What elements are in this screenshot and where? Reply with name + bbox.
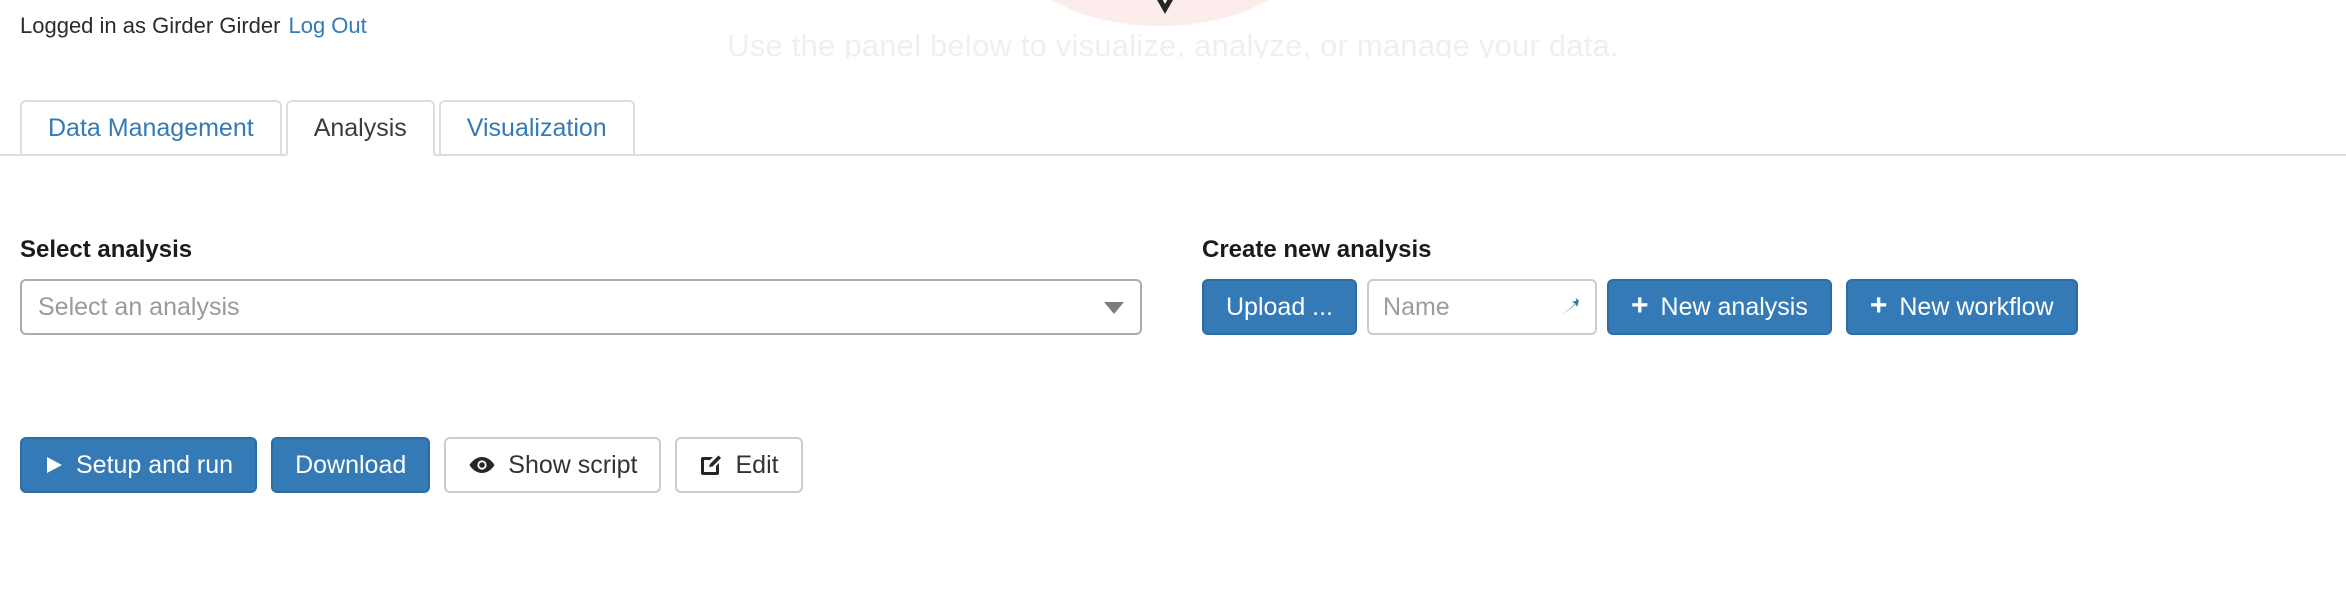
tab-bar: Data Management Analysis Visualization: [0, 100, 2346, 156]
new-workflow-button-label: New workflow: [1899, 293, 2054, 321]
show-script-button[interactable]: Show script: [444, 437, 662, 493]
spark-glyph-icon: [1559, 294, 1585, 320]
upload-button[interactable]: Upload ...: [1202, 279, 1358, 335]
tab-list: Data Management Analysis Visualization: [20, 100, 639, 156]
select-analysis-block: Select analysis Select an analysis: [20, 235, 1142, 335]
caret-down-icon: [1104, 302, 1124, 314]
create-new-analysis-label: Create new analysis: [1202, 236, 1432, 263]
banner-arc-decoration: [1020, 0, 1300, 26]
setup-and-run-label: Setup and run: [76, 451, 234, 479]
download-button[interactable]: Download: [271, 437, 431, 493]
tab-data-management[interactable]: Data Management: [20, 100, 282, 156]
tab-label: Visualization: [466, 114, 607, 142]
tab-visualization[interactable]: Visualization: [438, 100, 635, 156]
select-analysis-label: Select analysis: [20, 236, 193, 263]
select-analysis-value: Select an analysis: [38, 293, 240, 321]
analysis-action-bar: Setup and run Download Show script Edit: [20, 437, 803, 493]
analysis-name-placeholder: Name: [1383, 293, 1450, 321]
tab-label: Analysis: [313, 114, 407, 142]
edit-label: Edit: [735, 451, 779, 479]
plus-icon: +: [1869, 289, 1888, 322]
setup-and-run-button[interactable]: Setup and run: [20, 437, 258, 493]
upload-button-label: Upload ...: [1226, 293, 1334, 321]
play-icon: [44, 455, 64, 475]
new-analysis-button-label: New analysis: [1660, 293, 1808, 321]
logged-in-label: Logged in as Girder Girder: [20, 13, 281, 38]
new-analysis-button[interactable]: + New analysis: [1607, 279, 1832, 335]
plus-icon: +: [1631, 289, 1649, 322]
tab-analysis[interactable]: Analysis: [285, 100, 435, 156]
create-new-analysis-block: Create new analysis Upload ... Name + Ne…: [1202, 235, 2078, 335]
show-script-label: Show script: [508, 451, 638, 479]
log-out-link[interactable]: Log Out: [288, 13, 366, 38]
select-analysis-dropdown[interactable]: Select an analysis: [20, 279, 1142, 335]
analysis-name-field[interactable]: Name: [1367, 279, 1598, 335]
create-new-analysis-controls: Upload ... Name + New analysis + New wor…: [1202, 279, 2078, 335]
download-button-label: Download: [295, 451, 407, 479]
pencil-square-icon: [699, 453, 723, 477]
tab-label: Data Management: [48, 114, 254, 142]
edit-button[interactable]: Edit: [675, 437, 803, 493]
eye-icon: [468, 456, 496, 474]
new-workflow-button[interactable]: + New workflow: [1845, 279, 2078, 335]
chevron-down-icon: [1148, 0, 1182, 14]
session-status: Logged in as Girder Girder Log Out: [20, 12, 367, 40]
